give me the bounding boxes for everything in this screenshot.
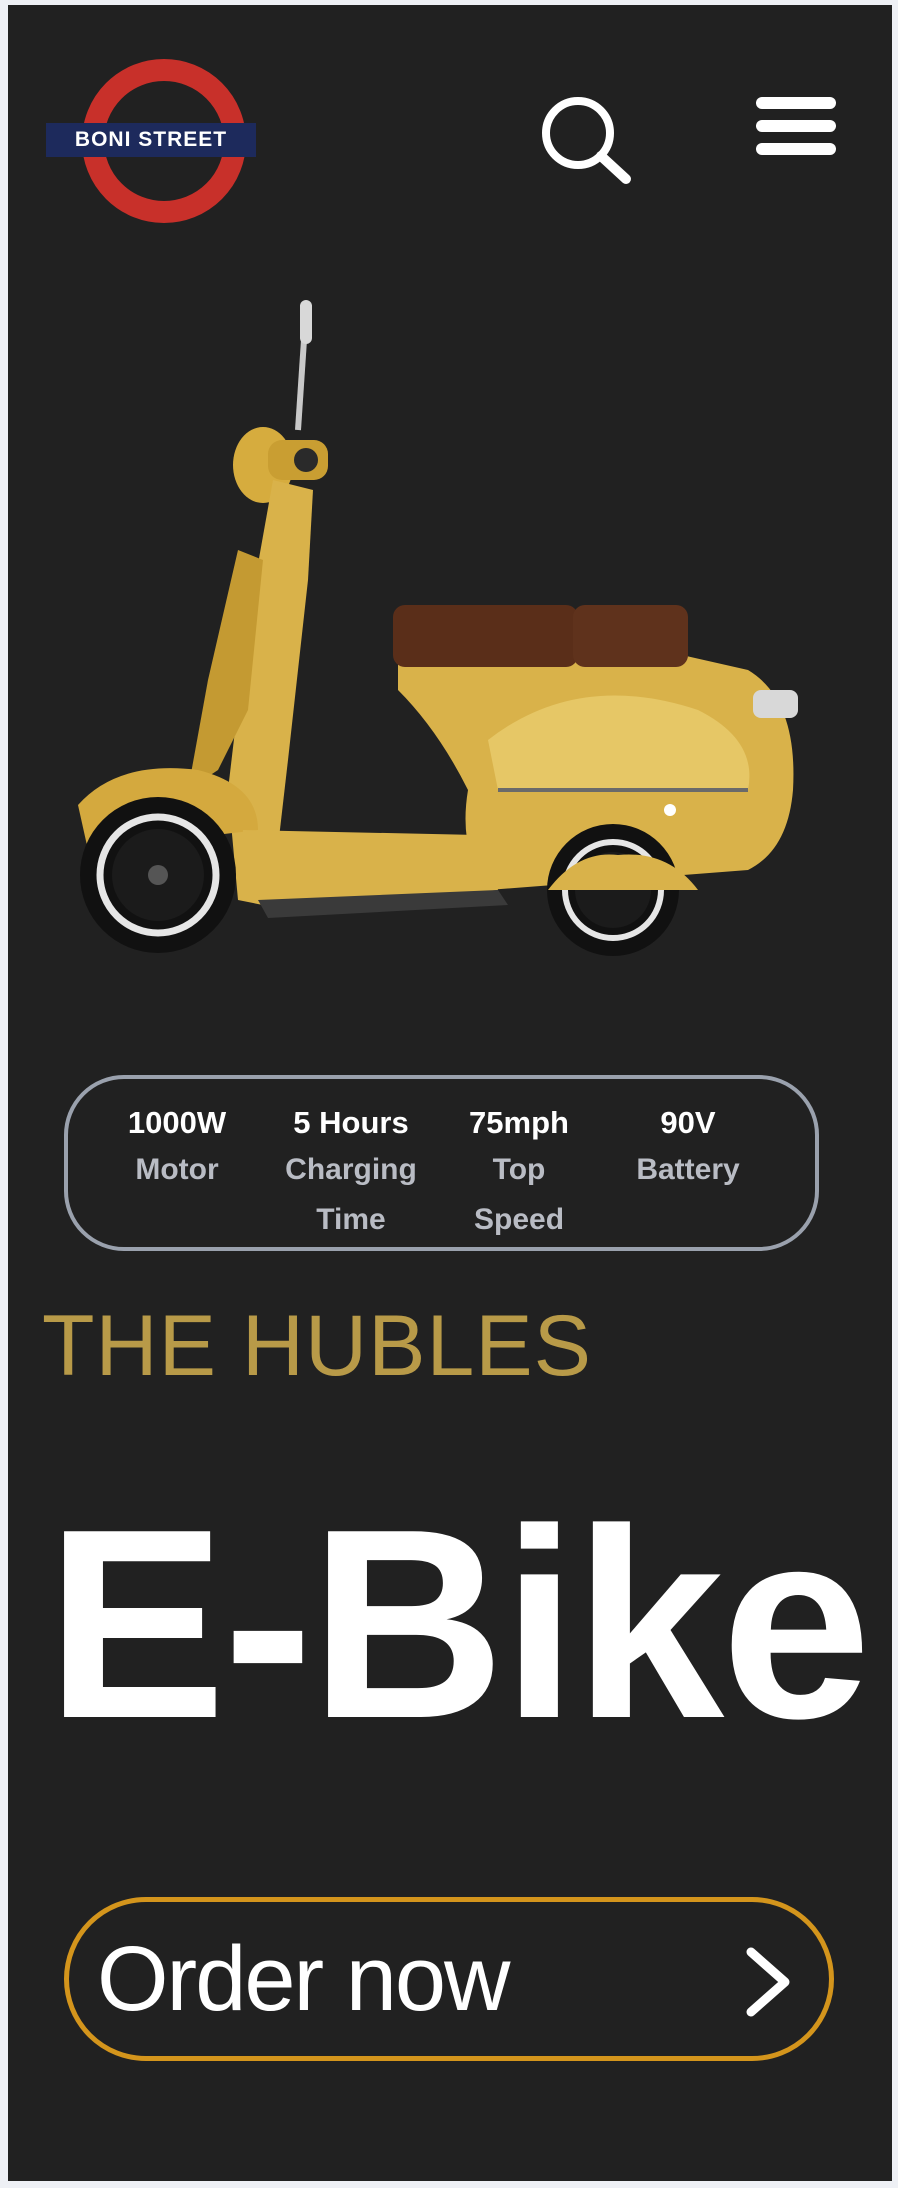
spec-charging-time: 5 Hours Charging Time — [276, 1101, 426, 1245]
spec-label: Charging — [285, 1153, 417, 1186]
spec-label: Time — [316, 1203, 386, 1236]
spec-battery: 90V Battery — [623, 1101, 753, 1195]
menu-button[interactable] — [756, 97, 836, 163]
search-icon — [542, 97, 631, 184]
spec-motor: 1000W Motor — [112, 1101, 242, 1195]
logo[interactable]: BONI STREET — [46, 53, 266, 229]
logo-text: BONI STREET — [46, 123, 256, 157]
spec-value: 75mph — [469, 1105, 569, 1140]
page: BONI STREET 1000W Motor 5 Hours Charging… — [8, 5, 892, 2181]
hamburger-menu-icon — [756, 97, 836, 109]
spec-value: 90V — [660, 1105, 716, 1140]
spec-value: 5 Hours — [293, 1105, 409, 1140]
spec-label: Speed — [473, 1203, 565, 1236]
spec-label: Motor — [135, 1153, 219, 1186]
spec-top-speed: 75mph Top Speed — [454, 1101, 584, 1245]
spec-label: Battery — [636, 1153, 740, 1186]
scooter-image — [78, 300, 798, 956]
spec-value: 1000W — [127, 1105, 227, 1140]
spec-label: Top — [492, 1153, 546, 1186]
brand-name: THE HUBLES — [42, 1298, 593, 1394]
order-now-button[interactable]: Order now — [64, 1897, 834, 2061]
chevron-right-icon — [746, 1947, 790, 2017]
search-button[interactable] — [538, 93, 638, 193]
page-title: E-Bike — [46, 1474, 871, 1775]
order-now-label: Order now — [97, 1927, 510, 2030]
spec-strip: 1000W Motor 5 Hours Charging Time 75mph … — [64, 1075, 819, 1251]
